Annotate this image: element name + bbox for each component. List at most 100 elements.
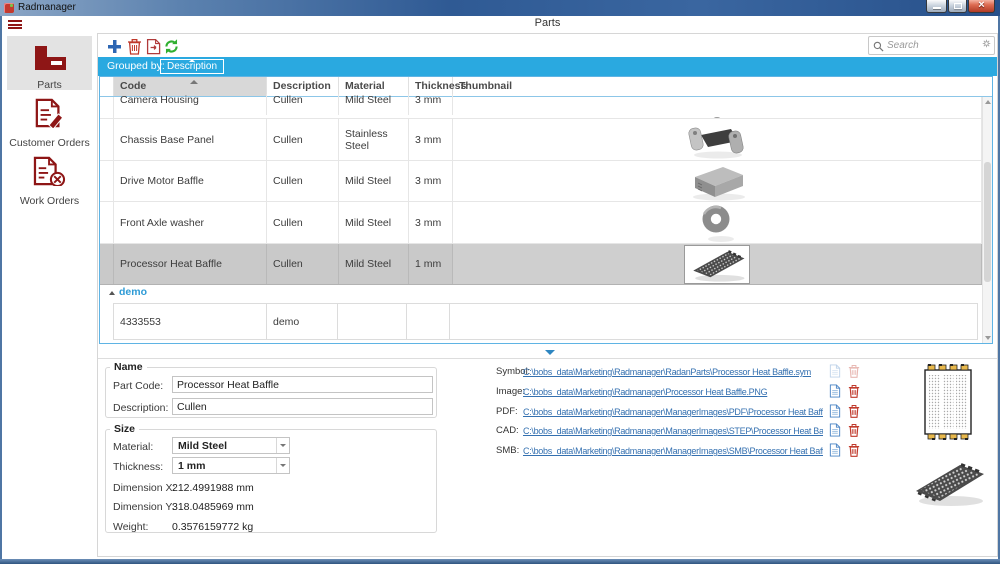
sort-ascending-icon (189, 59, 195, 62)
panel-splitter[interactable] (98, 345, 997, 358)
scroll-up-icon[interactable] (985, 100, 991, 104)
cell-thickness: 3 mm (409, 119, 453, 160)
group-header-demo[interactable]: demo (100, 285, 982, 300)
add-part-button[interactable] (106, 38, 123, 55)
table-row-chassis-base-panel[interactable]: Chassis Base Panel Cullen Stainless Stee… (100, 119, 982, 161)
search-options-gear-icon[interactable] (982, 39, 991, 48)
delete-file-icon[interactable] (848, 364, 860, 378)
sidebar-item-customer-orders[interactable]: Customer Orders (7, 98, 92, 150)
window-border-bottom (0, 559, 1000, 564)
cell-code: 4333553 (113, 303, 267, 340)
open-file-icon[interactable] (829, 384, 841, 398)
thickness-label: Thickness: (113, 461, 163, 473)
table-row-camera-housing[interactable]: Camera Housing Cullen Mild Steel 3 mm (100, 97, 982, 119)
file-link[interactable]: C:\bobs_data\Marketing\Radmanager\RadanP… (523, 367, 823, 377)
file-link[interactable]: C:\bobs_data\Marketing\Radmanager\Manage… (523, 407, 823, 417)
group-by-description-button[interactable]: Description (160, 59, 224, 74)
file-link[interactable]: C:\bobs_data\Marketing\Radmanager\Manage… (523, 446, 823, 456)
thumbnail-camera-housing (686, 113, 748, 118)
cell-thickness: 3 mm (409, 94, 453, 115)
sidebar-item-label: Work Orders (7, 195, 92, 207)
cell-description: Cullen (267, 202, 339, 243)
cell-thumbnail (453, 119, 982, 160)
file-label: Image: (496, 386, 525, 397)
part-code-input[interactable] (172, 376, 433, 393)
maximize-button[interactable] (948, 0, 967, 13)
table-row-4333553[interactable]: 4333553 demo (114, 303, 978, 340)
export-part-button[interactable] (145, 38, 162, 55)
row-handle (100, 97, 114, 118)
cell-description: Cullen (267, 94, 339, 115)
material-value: Mild Steel (178, 440, 227, 452)
window-border-left (0, 16, 2, 564)
cell-description: Cullen (267, 244, 339, 284)
file-row-cad: CAD: C:\bobs_data\Marketing\Radmanager\M… (496, 423, 868, 439)
cell-thumbnail (449, 303, 978, 340)
delete-file-icon[interactable] (848, 443, 860, 457)
open-file-icon[interactable] (829, 364, 841, 378)
detail-panel: Name Part Code: Description: Size Materi… (98, 358, 997, 538)
search-input[interactable] (887, 38, 979, 53)
open-file-icon[interactable] (829, 423, 841, 437)
description-label: Description: (113, 402, 168, 414)
parts-icon (32, 45, 68, 71)
thickness-select[interactable]: 1 mm (172, 457, 290, 474)
cell-thumbnail (453, 202, 982, 243)
close-icon: × (969, 0, 994, 11)
thumbnail-front-axle-washer (691, 202, 743, 243)
delete-file-icon[interactable] (848, 423, 860, 437)
dimension-y-label: Dimension Y: (113, 501, 175, 513)
open-file-icon[interactable] (829, 404, 841, 418)
cell-material: Mild Steel (339, 202, 409, 243)
menu-icon[interactable] (8, 20, 22, 31)
cell-material: Stainless Steel (339, 119, 409, 160)
main-panel: Grouped by: Description Code Description… (97, 33, 998, 557)
scroll-down-icon[interactable] (985, 336, 991, 340)
file-row-smb: SMB: C:\bobs_data\Marketing\Radmanager\M… (496, 443, 868, 459)
cell-thumbnail (453, 161, 982, 201)
file-row-symbol: Symbol: C:\bobs_data\Marketing\Radmanage… (496, 364, 868, 380)
sidebar-item-label: Parts (7, 79, 92, 91)
size-section-title: Size (110, 423, 139, 435)
search-box (868, 36, 995, 55)
group-name: demo (119, 286, 147, 298)
window-title: Radmanager (18, 2, 76, 13)
refresh-button[interactable] (163, 38, 180, 55)
table-row-drive-motor-baffle[interactable]: Drive Motor Baffle Cullen Mild Steel 3 m… (100, 161, 982, 202)
table-scrollbar[interactable] (982, 97, 992, 343)
cell-material: Mild Steel (339, 244, 409, 284)
file-link[interactable]: C:\bobs_data\Marketing\Radmanager\Proces… (523, 387, 823, 397)
sidebar-item-label: Customer Orders (7, 137, 92, 149)
cell-description: Cullen (267, 161, 339, 201)
minimize-button[interactable] (926, 0, 947, 13)
cell-description: demo (266, 303, 338, 340)
row-handle (100, 119, 114, 160)
file-link[interactable]: C:\bobs_data\Marketing\Radmanager\Manage… (523, 426, 823, 436)
part-code-label: Part Code: (113, 380, 163, 392)
delete-file-icon[interactable] (848, 404, 860, 418)
file-links: Symbol: C:\bobs_data\Marketing\Radmanage… (496, 362, 868, 466)
sidebar-item-work-orders[interactable]: Work Orders (7, 156, 92, 208)
collapse-panel-icon[interactable] (545, 350, 555, 355)
sidebar-item-parts[interactable]: Parts (7, 36, 92, 90)
scrollbar-thumb[interactable] (984, 162, 991, 282)
cell-material: Mild Steel (339, 161, 409, 201)
file-row-pdf: PDF: C:\bobs_data\Marketing\Radmanager\M… (496, 404, 868, 420)
app-icon (4, 3, 14, 13)
material-select[interactable]: Mild Steel (172, 437, 290, 454)
dimension-y-value: 318.0485969 mm (172, 501, 254, 513)
close-button[interactable]: × (968, 0, 995, 13)
delete-part-button[interactable] (126, 38, 143, 55)
name-section: Name Part Code: Description: (105, 361, 437, 418)
grouped-by-label: Grouped by: (107, 60, 165, 72)
open-file-icon[interactable] (829, 443, 841, 457)
table-row-processor-heat-baffle-selected[interactable]: Processor Heat Baffle Cullen Mild Steel … (100, 244, 982, 285)
cell-code: Camera Housing (114, 94, 267, 115)
column-header-thumbnail[interactable]: Thumbnail (453, 77, 982, 96)
size-section: Size Material: Mild Steel Thickness: 1 m… (105, 423, 437, 533)
cell-code: Drive Motor Baffle (114, 161, 267, 201)
table-row-front-axle-washer[interactable]: Front Axle washer Cullen Mild Steel 3 mm (100, 202, 982, 244)
description-input[interactable] (172, 398, 433, 415)
delete-file-icon[interactable] (848, 384, 860, 398)
chevron-down-icon (276, 458, 289, 473)
